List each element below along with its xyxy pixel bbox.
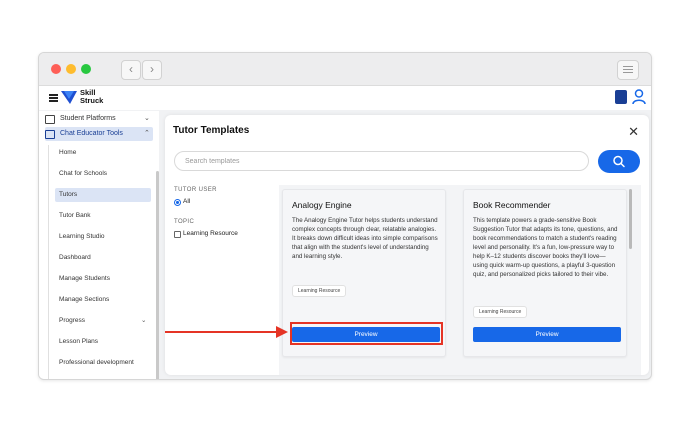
monitor-icon — [45, 115, 55, 124]
chevron-down-icon: ⌄ — [144, 115, 150, 122]
skillstruck-logo-icon — [61, 91, 77, 104]
card-description: This template powers a grade-sensitive B… — [473, 217, 618, 278]
card-description: The Analogy Engine Tutor helps students … — [292, 217, 438, 260]
sidebar-item-professional-development[interactable]: Professional development — [55, 356, 151, 370]
modal-title: Tutor Templates — [173, 125, 250, 136]
card-tag: Learning Resource — [473, 306, 528, 318]
sidebar-item-chat-for-schools[interactable]: Chat for Schools — [55, 167, 151, 181]
radio-selected-icon[interactable] — [174, 199, 181, 206]
sidebar-item-tutor-bank[interactable]: Tutor Bank — [55, 209, 151, 223]
forward-button[interactable]: › — [142, 60, 162, 80]
filters-panel: TUTOR USER All TOPIC Learning Resource — [174, 187, 274, 239]
maximize-window-button[interactable] — [81, 64, 91, 74]
search-icon — [613, 155, 625, 168]
minimize-window-button[interactable] — [66, 64, 76, 74]
annotation-arrow-icon — [276, 326, 288, 338]
tutor-user-all-radio[interactable]: All — [174, 197, 274, 207]
template-card-book-recommender: Book Recommender This template powers a … — [463, 189, 627, 357]
hamburger-menu-icon[interactable] — [49, 94, 58, 102]
topic-heading: TOPIC — [174, 219, 195, 225]
sidebar-item-manage-sections[interactable]: Manage Sections — [55, 293, 151, 307]
sidebar-item-lesson-plans[interactable]: Lesson Plans — [55, 335, 151, 349]
sidebar-item-home[interactable]: Home — [55, 146, 151, 160]
chevron-down-icon: ⌄ — [141, 317, 147, 324]
card-tag: Learning Resource — [292, 285, 347, 297]
sidebar-divider — [48, 145, 49, 379]
sidebar-item-student-platforms[interactable]: Student Platforms ⌄ — [45, 112, 151, 126]
search-button[interactable] — [598, 150, 640, 173]
back-button[interactable]: ‹ — [121, 60, 141, 80]
tutor-user-heading: TUTOR USER — [174, 187, 217, 193]
card-title: Analogy Engine — [292, 200, 352, 210]
sidebar-nav: Student Platforms ⌄ Chat Educator Tools … — [39, 111, 159, 379]
sidebar-item-chat-educator-tools[interactable]: Chat Educator Tools ⌃ — [45, 127, 153, 141]
title-bar: ‹ › — [39, 53, 651, 86]
app-header: Skill Struck — [39, 86, 651, 110]
sidebar-item-learning-studio[interactable]: Learning Studio — [55, 230, 151, 244]
user-profile-icon[interactable] — [632, 89, 646, 105]
sidebar-item-progress[interactable]: Progress ⌄ — [55, 314, 151, 328]
chat-icon — [45, 130, 55, 139]
topic-learning-resource-checkbox[interactable]: Learning Resource — [174, 229, 274, 239]
template-card-grid: Analogy Engine The Analogy Engine Tutor … — [279, 185, 641, 375]
sidebar-item-manage-students[interactable]: Manage Students — [55, 272, 151, 286]
browser-menu-button[interactable] — [617, 60, 639, 80]
sidebar-scrollbar[interactable] — [156, 171, 159, 379]
annotation-highlight-box — [290, 322, 443, 345]
close-icon[interactable]: ✕ — [628, 125, 639, 138]
close-window-button[interactable] — [51, 64, 61, 74]
cards-scrollbar[interactable] — [629, 189, 632, 249]
search-input[interactable] — [174, 151, 589, 171]
preview-button[interactable]: Preview — [473, 327, 621, 342]
checkbox-icon[interactable] — [174, 231, 181, 238]
notebook-icon[interactable] — [615, 90, 627, 104]
card-title: Book Recommender — [473, 200, 551, 210]
sidebar-item-dashboard[interactable]: Dashboard — [55, 251, 151, 265]
chevron-up-icon: ⌃ — [144, 130, 150, 137]
brand-logo-text: Skill Struck — [80, 88, 104, 105]
sidebar-item-tutors[interactable]: Tutors — [55, 188, 151, 202]
annotation-arrow-shaft — [165, 331, 277, 333]
